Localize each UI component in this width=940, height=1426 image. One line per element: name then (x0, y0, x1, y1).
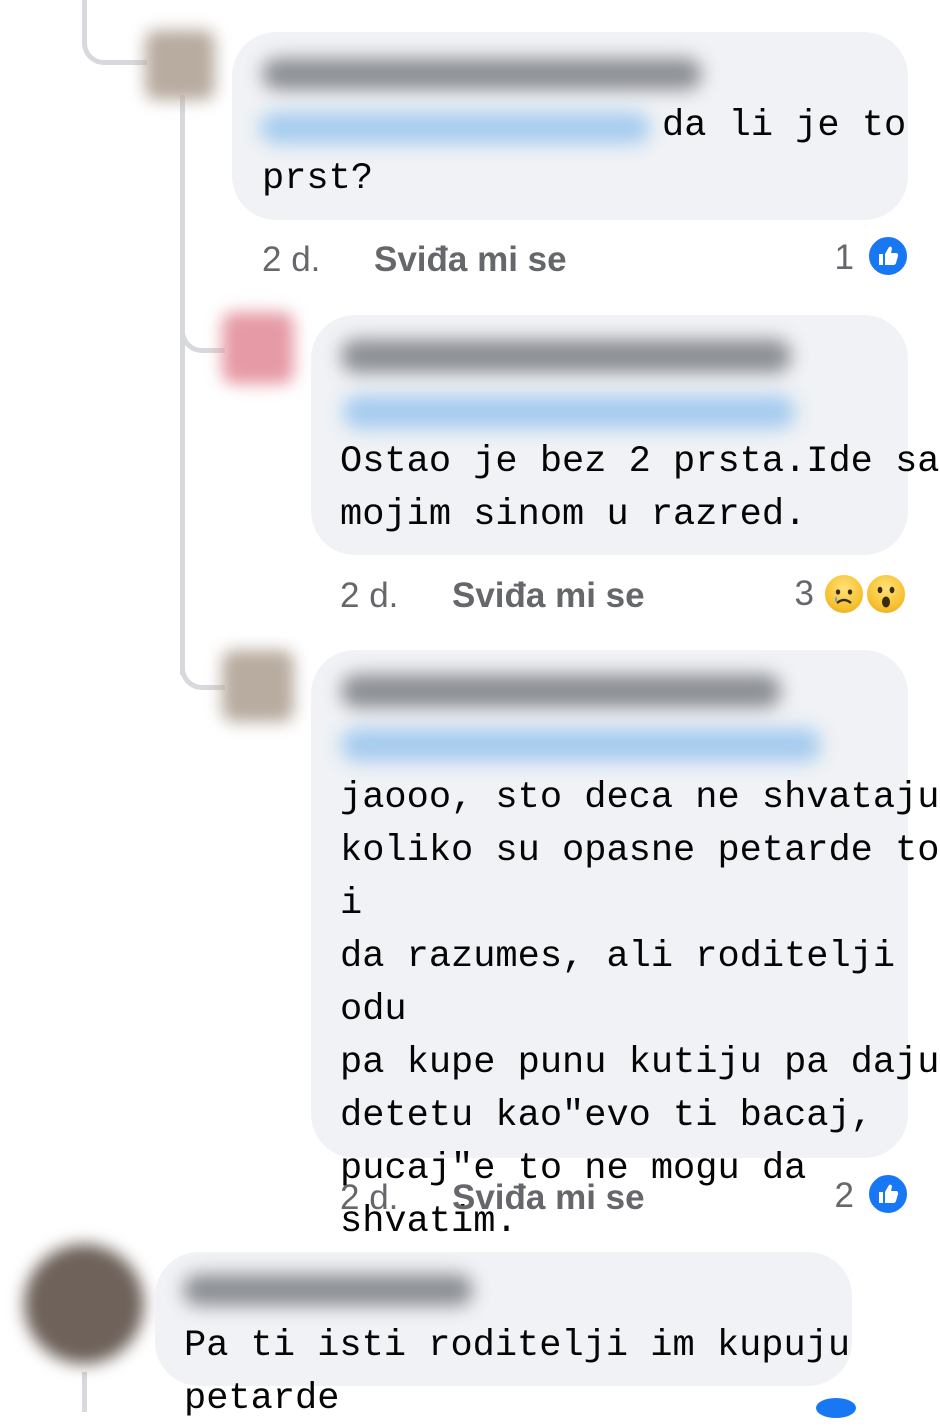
mention-link-redacted[interactable] (343, 395, 795, 429)
reaction-count[interactable]: 1 (828, 238, 854, 278)
avatar[interactable] (24, 1244, 144, 1364)
avatar[interactable] (222, 312, 294, 384)
thread-connector (180, 640, 225, 690)
comment-text: Ostao je bez 2 prsta.Ide sa mojim sinom … (340, 441, 940, 536)
wow-icon[interactable] (864, 572, 908, 616)
thread-connector (82, 0, 147, 65)
thread-line (82, 1372, 87, 1412)
author-name-redacted[interactable] (183, 1274, 473, 1306)
comment-time[interactable]: 2 d. (262, 240, 320, 280)
author-name-redacted[interactable] (341, 674, 781, 708)
like-button[interactable]: Sviđa mi se (452, 576, 645, 616)
avatar[interactable] (145, 30, 215, 100)
comment-time[interactable]: 2 d. (340, 576, 398, 616)
author-name-redacted[interactable] (262, 58, 702, 90)
comment-text: da li je to prst? (262, 105, 907, 200)
like-icon[interactable] (866, 234, 910, 278)
avatar[interactable] (222, 650, 294, 722)
like-icon[interactable] (866, 1172, 910, 1216)
sad-icon[interactable] (822, 572, 866, 616)
author-name-redacted[interactable] (341, 339, 791, 373)
thread-connector (180, 300, 225, 353)
reaction-count[interactable]: 3 (784, 574, 814, 614)
mention-link-redacted[interactable] (341, 728, 821, 762)
reaction-icon-partial (816, 1398, 856, 1418)
comment-time[interactable]: 2 d. (340, 1178, 398, 1218)
thread-line (180, 95, 185, 675)
like-button[interactable]: Sviđa mi se (374, 240, 567, 280)
like-button[interactable]: Sviđa mi se (452, 1178, 645, 1218)
reaction-count[interactable]: 2 (826, 1176, 854, 1216)
